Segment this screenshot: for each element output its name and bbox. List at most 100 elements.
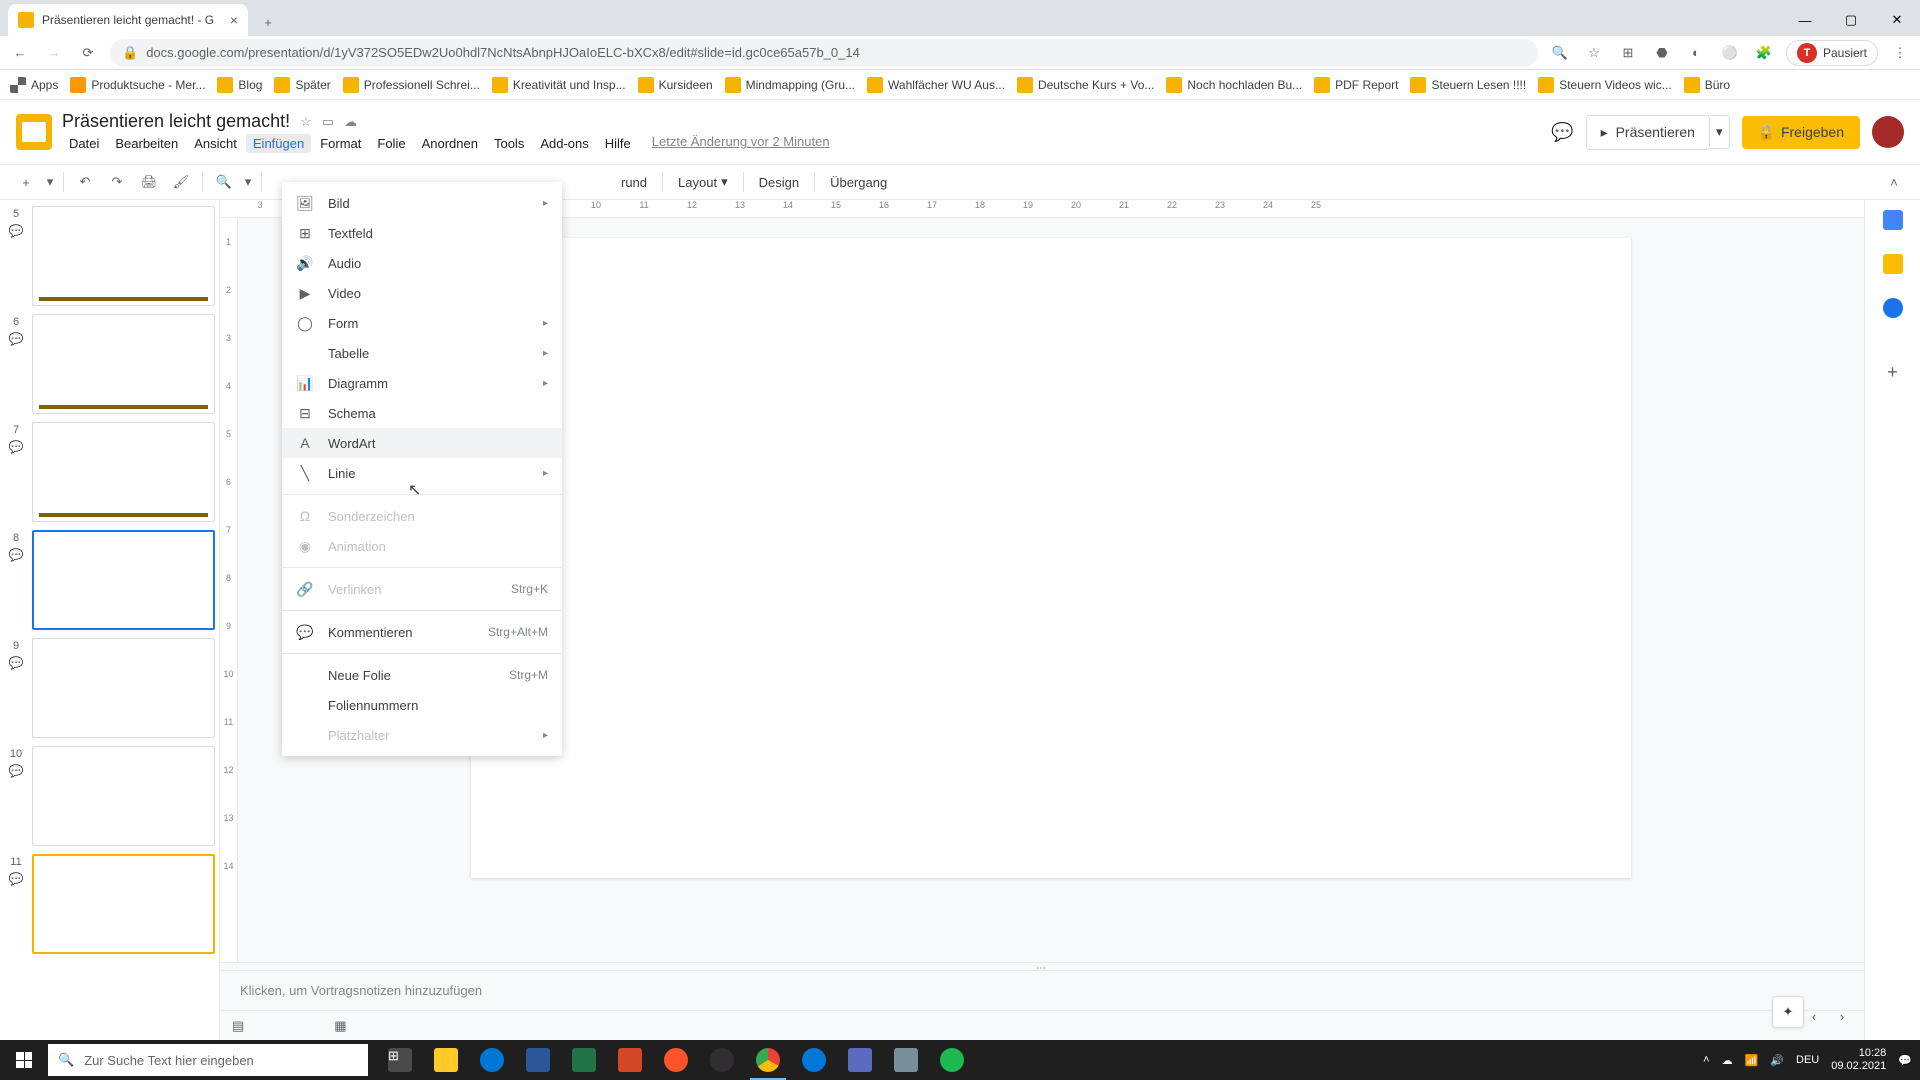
extensions-icon[interactable]: 🧩 bbox=[1752, 41, 1776, 65]
file-explorer-icon[interactable] bbox=[424, 1040, 468, 1080]
tray-cloud-icon[interactable]: ☁ bbox=[1722, 1054, 1733, 1067]
ext2-icon[interactable]: ◐ bbox=[1684, 41, 1708, 65]
menu-format[interactable]: Format bbox=[313, 134, 368, 153]
chrome-icon[interactable] bbox=[746, 1040, 790, 1080]
bookmark-item[interactable]: Apps bbox=[10, 77, 58, 93]
insert-schema[interactable]: ⊟ Schema bbox=[282, 398, 562, 428]
undo-button[interactable]: ↶ bbox=[71, 168, 99, 196]
minimize-button[interactable]: — bbox=[1782, 4, 1828, 36]
bookmark-item[interactable]: Kursideen bbox=[638, 77, 713, 93]
insert-new-slide[interactable]: Neue Folie Strg+M bbox=[282, 660, 562, 690]
star-icon[interactable]: ☆ bbox=[1582, 41, 1606, 65]
slide-thumbnail[interactable] bbox=[32, 746, 215, 846]
ext1-icon[interactable]: ⬣ bbox=[1650, 41, 1674, 65]
account-avatar[interactable] bbox=[1872, 116, 1904, 148]
add-addon-button[interactable]: + bbox=[1887, 362, 1898, 383]
notes-resize-grip[interactable]: ⋯ bbox=[220, 962, 1864, 970]
insert-image[interactable]: 🖼 Bild ▸ bbox=[282, 188, 562, 218]
collapse-toolbar-icon[interactable]: ˄ bbox=[1880, 168, 1908, 196]
excel-icon[interactable] bbox=[562, 1040, 606, 1080]
slide-thumbnail[interactable] bbox=[32, 206, 215, 306]
obs-icon[interactable] bbox=[700, 1040, 744, 1080]
explore-button[interactable]: ✦ bbox=[1772, 996, 1804, 1028]
menu-help[interactable]: Hilfe bbox=[598, 134, 638, 153]
tray-wifi-icon[interactable]: 📶 bbox=[1745, 1054, 1759, 1067]
tasks-addon-icon[interactable] bbox=[1883, 298, 1903, 318]
insert-comment[interactable]: 💬 Kommentieren Strg+Alt+M bbox=[282, 617, 562, 647]
bookmark-item[interactable]: Blog bbox=[217, 77, 262, 93]
menu-arrange[interactable]: Anordnen bbox=[415, 134, 485, 153]
spotify-icon[interactable] bbox=[930, 1040, 974, 1080]
forward-button[interactable]: → bbox=[42, 41, 66, 65]
grid-view-icon[interactable]: ▦ bbox=[334, 1018, 346, 1034]
theme-button[interactable]: Design bbox=[751, 171, 807, 194]
task-view-icon[interactable]: ⊞ bbox=[378, 1040, 422, 1080]
tab-close-icon[interactable]: × bbox=[230, 12, 238, 28]
insert-table[interactable]: Tabelle ▸ bbox=[282, 338, 562, 368]
bookmark-item[interactable]: PDF Report bbox=[1314, 77, 1398, 93]
redo-button[interactable]: ↷ bbox=[103, 168, 131, 196]
chrome-menu-icon[interactable]: ⋮ bbox=[1888, 41, 1912, 65]
menu-insert[interactable]: Einfügen bbox=[246, 134, 311, 153]
last-change[interactable]: Letzte Änderung vor 2 Minuten bbox=[652, 134, 830, 153]
edge-icon[interactable] bbox=[792, 1040, 836, 1080]
menu-edit[interactable]: Bearbeiten bbox=[108, 134, 185, 153]
tray-volume-icon[interactable]: 🔊 bbox=[1770, 1054, 1784, 1067]
powerpoint-icon[interactable] bbox=[608, 1040, 652, 1080]
maximize-button[interactable]: ▢ bbox=[1828, 4, 1874, 36]
bookmark-item[interactable]: Büro bbox=[1684, 77, 1730, 93]
insert-video[interactable]: ▶ Video bbox=[282, 278, 562, 308]
app2-icon[interactable] bbox=[884, 1040, 928, 1080]
slide-thumbnail[interactable] bbox=[32, 854, 215, 954]
new-slide-button[interactable]: + bbox=[12, 168, 40, 196]
calendar-addon-icon[interactable] bbox=[1883, 210, 1903, 230]
zoom-dropdown[interactable]: ▾ bbox=[242, 168, 254, 196]
move-doc-icon[interactable]: ▭ bbox=[322, 114, 334, 130]
bookmark-item[interactable]: Steuern Videos wic... bbox=[1538, 77, 1672, 93]
share-button[interactable]: 🔒 Freigeben bbox=[1742, 116, 1860, 149]
cloud-status-icon[interactable]: ☁ bbox=[344, 114, 357, 130]
print-button[interactable]: 🖨 bbox=[135, 168, 163, 196]
start-button[interactable] bbox=[0, 1040, 48, 1080]
menu-view[interactable]: Ansicht bbox=[187, 134, 244, 153]
bookmark-item[interactable]: Deutsche Kurs + Vo... bbox=[1017, 77, 1154, 93]
bookmark-item[interactable]: Kreativität und Insp... bbox=[492, 77, 626, 93]
brave-icon[interactable] bbox=[654, 1040, 698, 1080]
tray-notifications-icon[interactable]: 💬 bbox=[1898, 1054, 1912, 1067]
close-window-button[interactable]: ✕ bbox=[1874, 4, 1920, 36]
reader-icon[interactable]: ⊞ bbox=[1616, 41, 1640, 65]
insert-slide-numbers[interactable]: Foliennummern bbox=[282, 690, 562, 720]
bookmark-item[interactable]: Noch hochladen Bu... bbox=[1166, 77, 1302, 93]
profile-chip[interactable]: T Pausiert bbox=[1786, 40, 1878, 66]
speaker-notes[interactable]: Klicken, um Vortragsnotizen hinzuzufügen bbox=[220, 970, 1864, 1010]
word-icon[interactable] bbox=[516, 1040, 560, 1080]
app1-icon[interactable] bbox=[838, 1040, 882, 1080]
slide-thumbnail[interactable] bbox=[32, 314, 215, 414]
edge-legacy-icon[interactable] bbox=[470, 1040, 514, 1080]
transition-button[interactable]: Übergang bbox=[822, 171, 895, 194]
bookmark-item[interactable]: Mindmapping (Gru... bbox=[725, 77, 855, 93]
doc-title[interactable]: Präsentieren leicht gemacht! bbox=[62, 111, 290, 132]
comments-icon[interactable]: 💬 bbox=[1551, 122, 1573, 143]
next-slide-button[interactable]: › bbox=[1830, 1004, 1854, 1028]
keep-addon-icon[interactable] bbox=[1883, 254, 1903, 274]
slides-logo[interactable] bbox=[16, 114, 52, 150]
insert-line[interactable]: ╲ Linie ▸ bbox=[282, 458, 562, 488]
menu-slide[interactable]: Folie bbox=[370, 134, 412, 153]
background-partial[interactable]: rund bbox=[613, 171, 655, 194]
insert-audio[interactable]: 🔊 Audio bbox=[282, 248, 562, 278]
bookmark-item[interactable]: Produktsuche - Mer... bbox=[70, 77, 205, 93]
present-button[interactable]: ▸ Präsentieren bbox=[1586, 115, 1710, 150]
menu-file[interactable]: Datei bbox=[62, 134, 106, 153]
bookmark-item[interactable]: Professionell Schrei... bbox=[343, 77, 480, 93]
address-bar[interactable]: 🔒 docs.google.com/presentation/d/1yV372S… bbox=[110, 39, 1538, 67]
layout-button[interactable]: Layout▾ bbox=[670, 170, 736, 194]
zoom-button[interactable]: 🔍 bbox=[210, 168, 238, 196]
tray-chevron-icon[interactable]: ˄ bbox=[1703, 1054, 1709, 1066]
zoom-icon[interactable]: 🔍 bbox=[1548, 41, 1572, 65]
menu-tools[interactable]: Tools bbox=[487, 134, 531, 153]
new-slide-dropdown[interactable]: ▾ bbox=[44, 168, 56, 196]
star-doc-icon[interactable]: ☆ bbox=[300, 114, 312, 130]
insert-shape[interactable]: ◯ Form ▸ bbox=[282, 308, 562, 338]
reload-button[interactable]: ⟳ bbox=[76, 41, 100, 65]
